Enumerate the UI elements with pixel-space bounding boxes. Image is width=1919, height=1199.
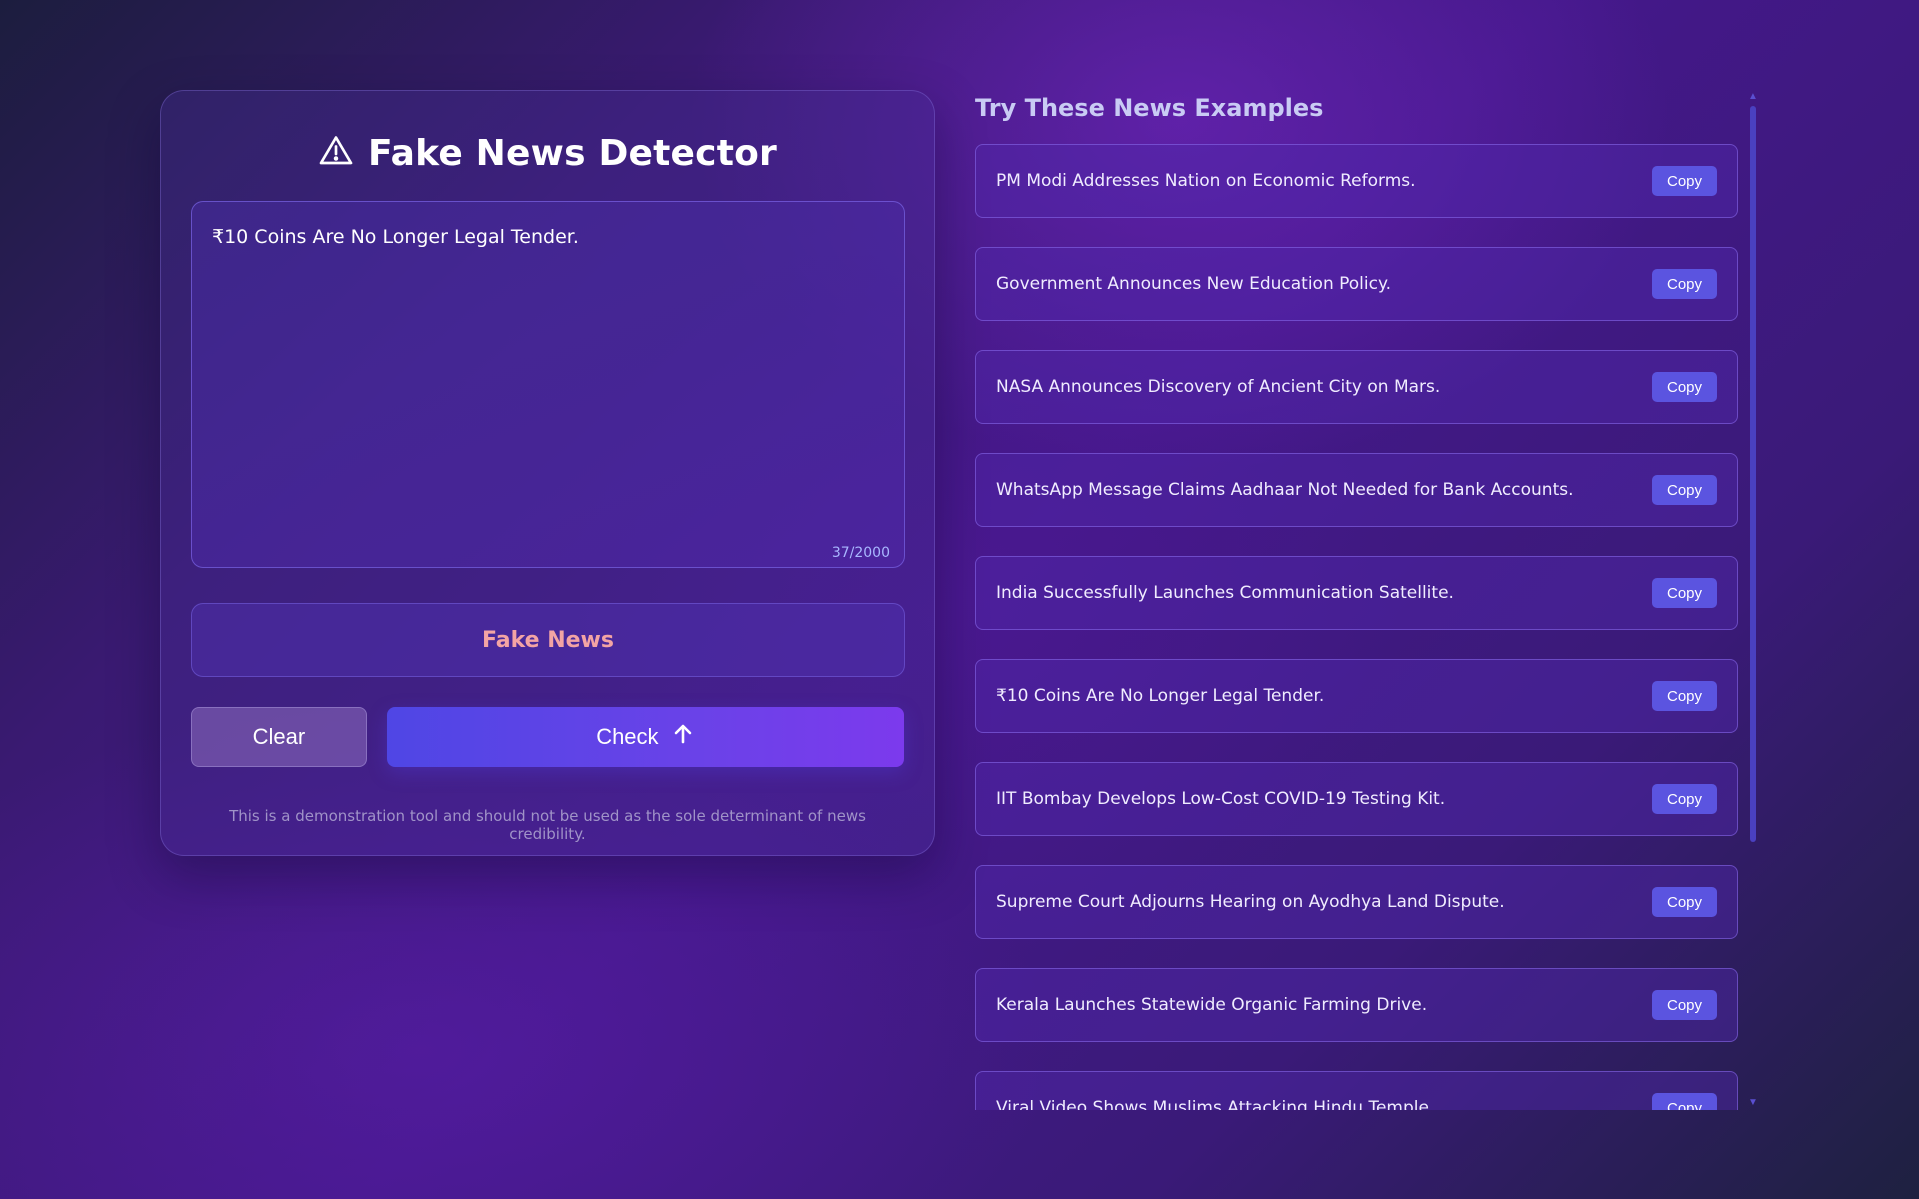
- copy-button[interactable]: Copy: [1652, 269, 1717, 299]
- copy-button[interactable]: Copy: [1652, 372, 1717, 402]
- example-list[interactable]: PM Modi Addresses Nation on Economic Ref…: [975, 144, 1765, 1110]
- examples-panel: Try These News Examples PM Modi Addresse…: [975, 90, 1765, 1110]
- copy-button[interactable]: Copy: [1652, 1093, 1717, 1110]
- example-text: Kerala Launches Statewide Organic Farmin…: [996, 995, 1428, 1015]
- example-item[interactable]: Kerala Launches Statewide Organic Farmin…: [975, 968, 1738, 1042]
- example-text: PM Modi Addresses Nation on Economic Ref…: [996, 171, 1416, 191]
- example-text: India Successfully Launches Communicatio…: [996, 583, 1454, 603]
- check-button[interactable]: Check: [386, 707, 904, 767]
- copy-button[interactable]: Copy: [1652, 681, 1717, 711]
- example-item[interactable]: Viral Video Shows Muslims Attacking Hind…: [975, 1071, 1738, 1110]
- arrow-up-icon: [671, 722, 695, 752]
- clear-button[interactable]: Clear: [191, 707, 367, 767]
- example-item[interactable]: Government Announces New Education Polic…: [975, 247, 1738, 321]
- copy-button[interactable]: Copy: [1652, 990, 1717, 1020]
- example-item[interactable]: ₹10 Coins Are No Longer Legal Tender. Cop…: [975, 659, 1738, 733]
- scroll-thumb[interactable]: [1750, 106, 1756, 842]
- example-item[interactable]: WhatsApp Message Claims Aadhaar Not Need…: [975, 453, 1738, 527]
- char-count: 37/2000: [831, 545, 890, 561]
- example-text: ₹10 Coins Are No Longer Legal Tender.: [996, 686, 1325, 706]
- result-label: Fake News: [482, 627, 614, 653]
- scroll-down-arrow-icon[interactable]: ▼: [1748, 1098, 1758, 1108]
- example-text: IIT Bombay Develops Low-Cost COVID-19 Te…: [996, 789, 1446, 809]
- copy-button[interactable]: Copy: [1652, 578, 1717, 608]
- examples-scrollbar[interactable]: ▲ ▼: [1748, 92, 1758, 1108]
- example-text: Government Announces New Education Polic…: [996, 274, 1392, 294]
- disclaimer: This is a demonstration tool and should …: [229, 807, 866, 843]
- copy-button[interactable]: Copy: [1652, 475, 1717, 505]
- examples-title: Try These News Examples: [975, 94, 1324, 122]
- example-item[interactable]: Supreme Court Adjourns Hearing on Ayodhy…: [975, 865, 1738, 939]
- copy-button[interactable]: Copy: [1652, 784, 1717, 814]
- example-text: WhatsApp Message Claims Aadhaar Not Need…: [996, 480, 1574, 500]
- check-button-label: Check: [596, 724, 659, 749]
- example-text: Supreme Court Adjourns Hearing on Ayodhy…: [996, 892, 1505, 912]
- warning-triangle-icon: [318, 133, 354, 174]
- example-item[interactable]: PM Modi Addresses Nation on Economic Ref…: [975, 144, 1738, 218]
- page-title: Fake News Detector: [367, 132, 778, 174]
- news-input[interactable]: ₹10 Coins Are No Longer Legal Tender.: [192, 202, 904, 567]
- news-input-box: ₹10 Coins Are No Longer Legal Tender. 37…: [191, 201, 905, 568]
- title-row: Fake News Detector: [191, 91, 904, 201]
- result-box: Fake News: [191, 603, 905, 677]
- example-text: NASA Announces Discovery of Ancient City…: [996, 377, 1441, 397]
- button-row: Clear Check: [191, 707, 904, 767]
- example-item[interactable]: IIT Bombay Develops Low-Cost COVID-19 Te…: [975, 762, 1738, 836]
- copy-button[interactable]: Copy: [1652, 887, 1717, 917]
- example-item[interactable]: NASA Announces Discovery of Ancient City…: [975, 350, 1738, 424]
- example-item[interactable]: India Successfully Launches Communicatio…: [975, 556, 1738, 630]
- copy-button[interactable]: Copy: [1652, 166, 1717, 196]
- example-text: Viral Video Shows Muslims Attacking Hind…: [996, 1098, 1435, 1110]
- detector-card: Fake News Detector ₹10 Coins Are No Long…: [160, 90, 935, 856]
- scroll-up-arrow-icon[interactable]: ▲: [1748, 92, 1758, 102]
